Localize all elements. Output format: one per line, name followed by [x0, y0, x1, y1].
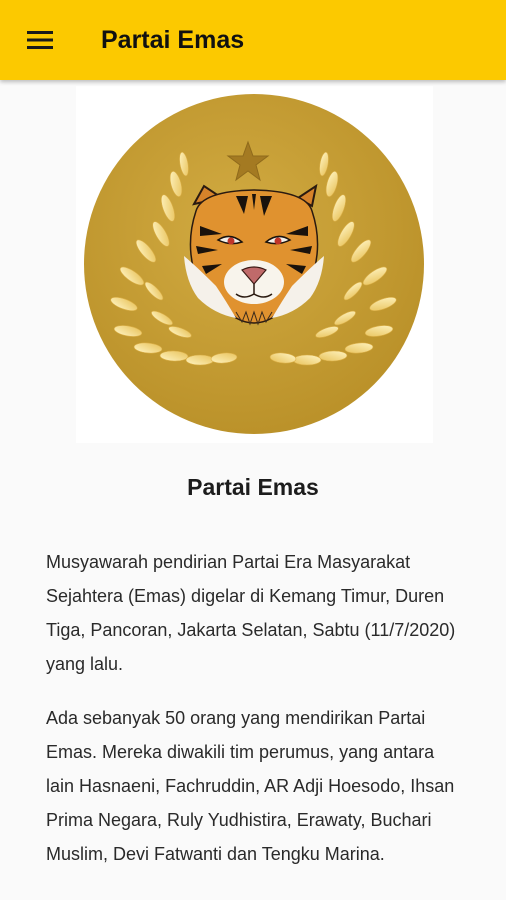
app-bar: Partai Emas: [0, 0, 506, 80]
article-title: Partai Emas: [187, 474, 319, 500]
content-scroll-area[interactable]: Partai Emas Musyawarah pendirian Partai …: [0, 80, 506, 900]
menu-button[interactable]: [14, 22, 66, 58]
party-logo: [76, 86, 433, 443]
article-paragraph-2: Ada sebanyak 50 orang yang mendirikan Pa…: [46, 708, 455, 864]
app-title: Partai Emas: [101, 26, 245, 54]
article-paragraph-1: Musyawarah pendirian Partai Era Masyarak…: [46, 552, 456, 674]
tiger-head-icon: [184, 183, 324, 326]
hamburger-menu-icon: [27, 30, 53, 50]
